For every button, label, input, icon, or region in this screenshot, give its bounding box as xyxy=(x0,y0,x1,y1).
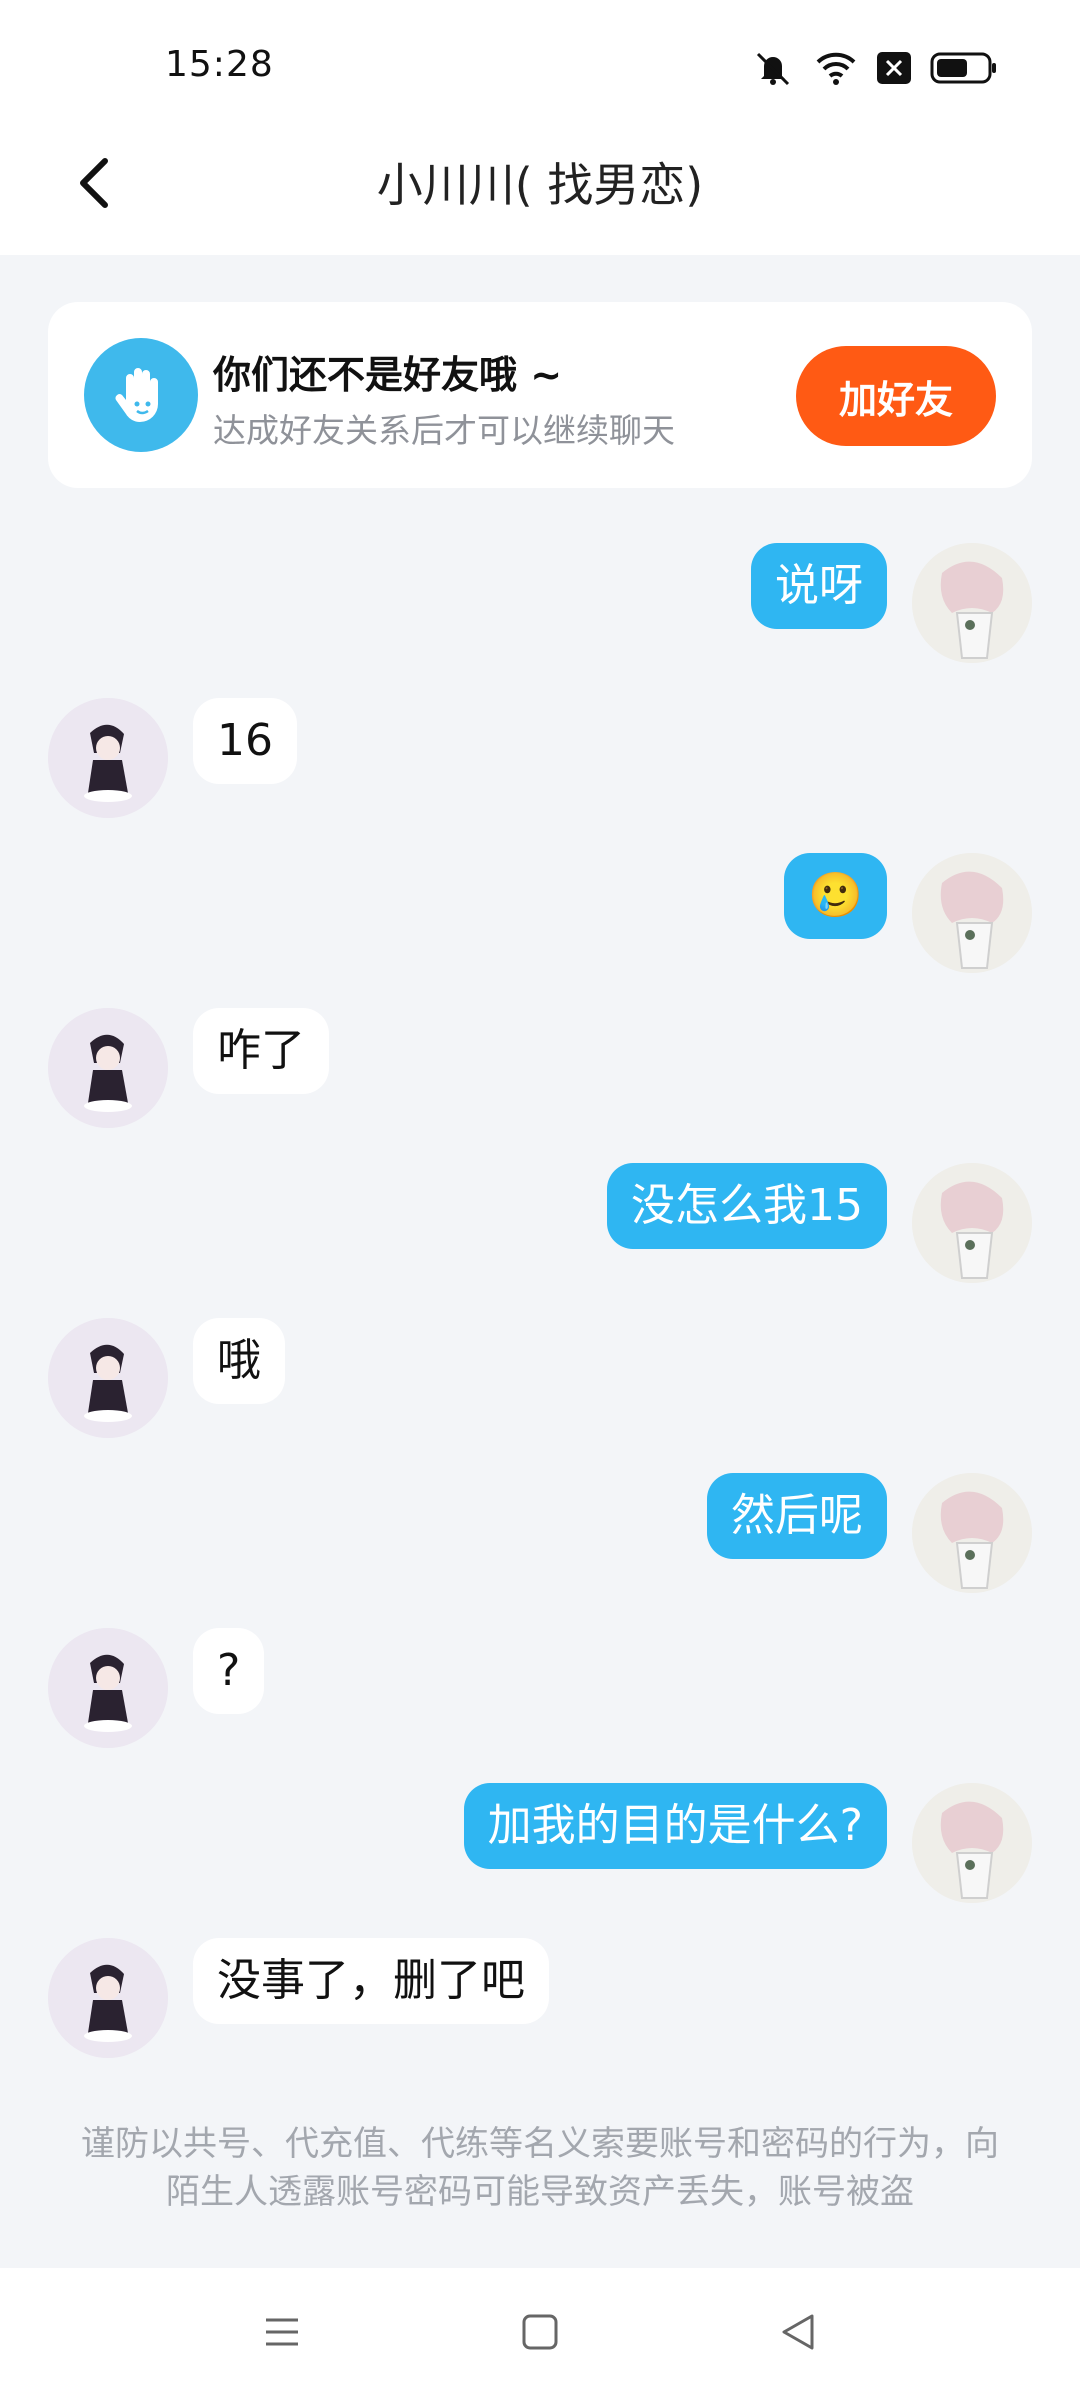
system-nav-bar xyxy=(0,2268,1080,2400)
hand-wave-icon xyxy=(84,338,198,452)
self-avatar[interactable] xyxy=(912,1473,1032,1593)
message-row-out: 没怎么我15 xyxy=(0,1163,1080,1288)
message-row-in: 没事了，删了吧 xyxy=(0,1938,1080,2063)
message-bubble[interactable]: 没事了，删了吧 xyxy=(193,1938,549,2024)
message-row-in: 16 xyxy=(0,698,1080,823)
message-row-in: ? xyxy=(0,1628,1080,1753)
self-avatar[interactable] xyxy=(912,853,1032,973)
banner-title: 你们还不是好友哦 ~ xyxy=(213,353,563,397)
banner-subtitle: 达成好友关系后才可以继续聊天 xyxy=(213,411,675,450)
friend-request-banner: 你们还不是好友哦 ~ 达成好友关系后才可以继续聊天 加好友 xyxy=(48,302,1032,488)
page-title: 小川川( 找男恋) xyxy=(376,158,704,212)
message-bubble[interactable]: 没怎么我15 xyxy=(607,1163,887,1249)
message-bubble[interactable]: 加我的目的是什么? xyxy=(463,1783,887,1869)
status-time: 15:28 xyxy=(165,44,274,85)
message-bubble[interactable]: ? xyxy=(193,1628,265,1714)
contact-avatar[interactable] xyxy=(48,1938,168,2058)
self-avatar[interactable] xyxy=(912,543,1032,663)
message-bubble[interactable]: 说呀 xyxy=(751,543,887,629)
message-row-out: 🥲 xyxy=(0,853,1080,978)
message-row-out: 加我的目的是什么? xyxy=(0,1783,1080,1908)
battery-icon xyxy=(930,52,998,84)
wifi-icon xyxy=(814,50,858,86)
sim-blocked-icon xyxy=(876,51,912,85)
back-icon xyxy=(778,2312,818,2356)
menu-button[interactable] xyxy=(252,2304,312,2364)
safety-notice: 谨防以共号、代充值、代练等名义索要账号和密码的行为，向陌生人透露账号密码可能导致… xyxy=(81,2124,999,2212)
add-friend-button[interactable]: 加好友 xyxy=(796,346,996,446)
message-row-out: 然后呢 xyxy=(0,1473,1080,1598)
message-bubble[interactable]: 咋了 xyxy=(193,1008,329,1094)
message-row-in: 咋了 xyxy=(0,1008,1080,1133)
contact-avatar[interactable] xyxy=(48,698,168,818)
message-bubble[interactable]: 🥲 xyxy=(784,853,887,939)
self-avatar[interactable] xyxy=(912,1163,1032,1283)
contact-avatar[interactable] xyxy=(48,1008,168,1128)
message-bubble[interactable]: 16 xyxy=(193,698,297,784)
chat-header: 小川川( 找男恋) xyxy=(0,130,1080,255)
message-bubble[interactable]: 哦 xyxy=(193,1318,285,1404)
status-icons xyxy=(750,48,998,88)
message-row-in: 哦 xyxy=(0,1318,1080,1443)
status-bar: 15:28 xyxy=(0,0,1080,130)
mute-icon xyxy=(750,48,796,88)
menu-icon xyxy=(262,2312,302,2356)
contact-avatar[interactable] xyxy=(48,1318,168,1438)
message-row-out: 说呀 xyxy=(0,543,1080,668)
nav-back-button[interactable] xyxy=(768,2304,828,2364)
contact-avatar[interactable] xyxy=(48,1628,168,1748)
home-button[interactable] xyxy=(510,2304,570,2364)
message-bubble[interactable]: 然后呢 xyxy=(707,1473,887,1559)
home-icon xyxy=(520,2312,560,2356)
self-avatar[interactable] xyxy=(912,1783,1032,1903)
